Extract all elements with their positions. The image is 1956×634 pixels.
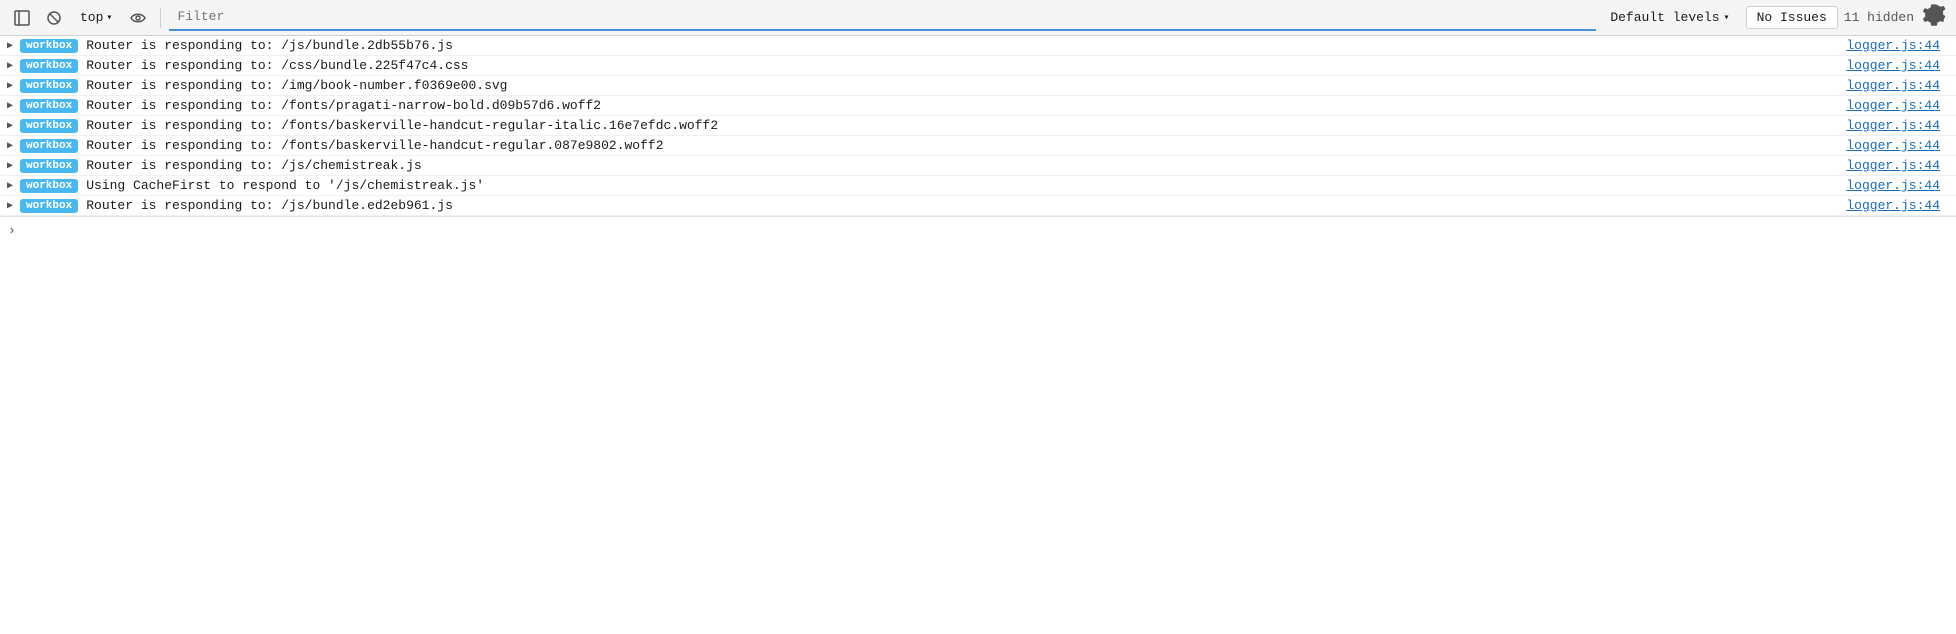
row-source-5[interactable]: logger.js:44 (1846, 138, 1940, 153)
panel-icon (14, 10, 30, 26)
row-source-3[interactable]: logger.js:44 (1846, 98, 1940, 113)
row-source-7[interactable]: logger.js:44 (1846, 178, 1940, 193)
prompt-row: › (0, 216, 1956, 244)
levels-chevron-icon: ▾ (1724, 12, 1730, 24)
row-badge-6: workbox (20, 159, 78, 173)
row-expander-6[interactable]: ▶ (0, 160, 20, 172)
row-expander-3[interactable]: ▶ (0, 100, 20, 112)
chevron-down-icon: ▾ (106, 12, 112, 24)
row-badge-1: workbox (20, 59, 78, 73)
console-row: ▶ workbox Router is responding to: /css/… (0, 56, 1956, 76)
console-row: ▶ workbox Router is responding to: /js/b… (0, 196, 1956, 216)
context-selector[interactable]: top ▾ (72, 8, 120, 27)
row-badge-5: workbox (20, 139, 78, 153)
console-row: ▶ workbox Router is responding to: /font… (0, 136, 1956, 156)
settings-button[interactable] (1920, 6, 1948, 30)
filter-input[interactable] (169, 5, 1596, 29)
row-expander-2[interactable]: ▶ (0, 80, 20, 92)
row-message-7: Using CacheFirst to respond to '/js/chem… (86, 178, 1846, 193)
row-message-8: Router is responding to: /js/bundle.ed2e… (86, 198, 1846, 213)
hidden-count: 11 hidden (1844, 10, 1914, 25)
row-badge-7: workbox (20, 179, 78, 193)
row-source-0[interactable]: logger.js:44 (1846, 38, 1940, 53)
row-source-6[interactable]: logger.js:44 (1846, 158, 1940, 173)
row-badge-8: workbox (20, 199, 78, 213)
row-badge-0: workbox (20, 39, 78, 53)
eye-button[interactable] (124, 6, 152, 30)
console-row: ▶ workbox Router is responding to: /js/c… (0, 156, 1956, 176)
row-message-2: Router is responding to: /img/book-numbe… (86, 78, 1846, 93)
row-message-6: Router is responding to: /js/chemistreak… (86, 158, 1846, 173)
console-row: ▶ workbox Router is responding to: /font… (0, 116, 1956, 136)
prompt-caret-icon: › (8, 223, 16, 238)
row-source-1[interactable]: logger.js:44 (1846, 58, 1940, 73)
row-message-0: Router is responding to: /js/bundle.2db5… (86, 38, 1846, 53)
context-label: top (80, 10, 103, 25)
no-issues-button[interactable]: No Issues (1746, 6, 1838, 29)
row-badge-2: workbox (20, 79, 78, 93)
filter-box (169, 5, 1596, 31)
row-source-8[interactable]: logger.js:44 (1846, 198, 1940, 213)
row-message-5: Router is responding to: /fonts/baskervi… (86, 138, 1846, 153)
row-badge-3: workbox (20, 99, 78, 113)
row-expander-4[interactable]: ▶ (0, 120, 20, 132)
row-source-4[interactable]: logger.js:44 (1846, 118, 1940, 133)
right-controls: Default levels ▾ No Issues 11 hidden (1600, 6, 1948, 30)
block-button[interactable] (40, 6, 68, 30)
devtools-toolbar: top ▾ Default levels ▾ No Issues 11 hidd… (0, 0, 1956, 36)
eye-icon (130, 10, 146, 26)
row-message-3: Router is responding to: /fonts/pragati-… (86, 98, 1846, 113)
no-issues-label: No Issues (1757, 10, 1827, 25)
levels-label: Default levels (1610, 10, 1719, 25)
row-expander-1[interactable]: ▶ (0, 60, 20, 72)
console-row: ▶ workbox Router is responding to: /img/… (0, 76, 1956, 96)
toolbar-divider (160, 8, 161, 28)
row-message-1: Router is responding to: /css/bundle.225… (86, 58, 1846, 73)
console-row: ▶ workbox Using CacheFirst to respond to… (0, 176, 1956, 196)
row-message-4: Router is responding to: /fonts/baskervi… (86, 118, 1846, 133)
panel-toggle-button[interactable] (8, 6, 36, 30)
row-source-2[interactable]: logger.js:44 (1846, 78, 1940, 93)
gear-icon (1920, 4, 1948, 32)
console-rows: ▶ workbox Router is responding to: /js/b… (0, 36, 1956, 216)
row-expander-0[interactable]: ▶ (0, 40, 20, 52)
row-badge-4: workbox (20, 119, 78, 133)
console-row: ▶ workbox Router is responding to: /js/b… (0, 36, 1956, 56)
row-expander-5[interactable]: ▶ (0, 140, 20, 152)
row-expander-8[interactable]: ▶ (0, 200, 20, 212)
block-icon (46, 10, 62, 26)
console-row: ▶ workbox Router is responding to: /font… (0, 96, 1956, 116)
row-expander-7[interactable]: ▶ (0, 180, 20, 192)
levels-button[interactable]: Default levels ▾ (1600, 7, 1739, 28)
